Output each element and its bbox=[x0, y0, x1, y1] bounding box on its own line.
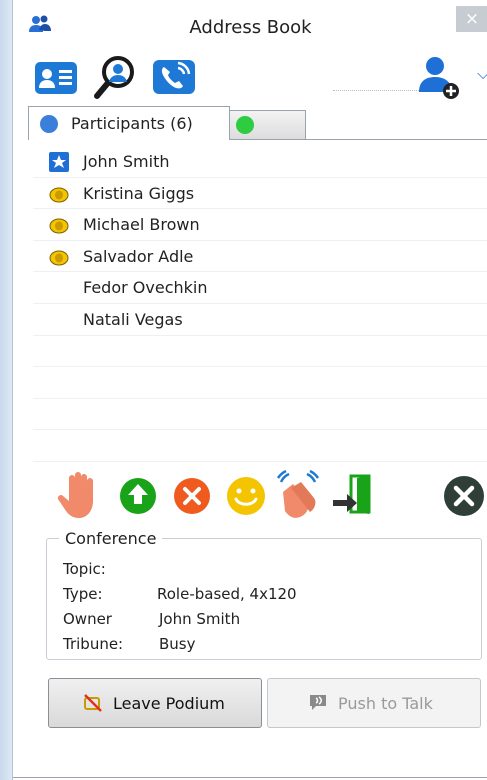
participant-name: Salvador Adle bbox=[83, 246, 194, 266]
title-bar: Address Book × bbox=[13, 0, 487, 54]
action-bar bbox=[43, 470, 484, 526]
push-to-talk-label: Push to Talk bbox=[338, 694, 433, 713]
conference-role-icon bbox=[49, 187, 69, 203]
type-label: Type: bbox=[63, 585, 103, 603]
tab-participants[interactable]: Participants (6) bbox=[28, 106, 230, 140]
contacts-card-icon[interactable] bbox=[33, 54, 79, 100]
conference-role-icon bbox=[49, 218, 69, 234]
tab-bar: Participants (6) bbox=[28, 106, 487, 140]
search-icon[interactable] bbox=[93, 54, 139, 100]
close-circle-icon[interactable] bbox=[439, 470, 487, 522]
empty-row bbox=[33, 399, 487, 431]
conference-role-icon bbox=[49, 250, 69, 266]
owner-label: Owner bbox=[63, 610, 112, 628]
empty-row bbox=[33, 336, 487, 368]
participant-name: Natali Vegas bbox=[83, 309, 183, 329]
chevron-down-icon[interactable]: ⌵ bbox=[477, 64, 487, 84]
participant-name: Michael Brown bbox=[83, 215, 200, 235]
star-icon bbox=[49, 152, 69, 172]
participant-list: John Smith Kristina Giggs Michael Brown … bbox=[33, 146, 487, 462]
upload-icon[interactable] bbox=[113, 470, 163, 522]
list-item[interactable]: Natali Vegas bbox=[33, 304, 487, 336]
exit-icon[interactable] bbox=[331, 470, 381, 522]
owner-value: John Smith bbox=[159, 610, 241, 628]
empty-row bbox=[33, 430, 487, 462]
smiley-icon[interactable] bbox=[221, 470, 271, 522]
list-item[interactable]: Fedor Ovechkin bbox=[33, 272, 487, 304]
list-item[interactable]: Salvador Adle bbox=[33, 241, 487, 273]
tab-participants-label: Participants (6) bbox=[71, 114, 193, 133]
window-title: Address Book bbox=[189, 17, 312, 38]
window-bottom-border bbox=[13, 777, 487, 778]
speech-icon bbox=[310, 695, 326, 710]
list-item[interactable]: John Smith bbox=[33, 146, 487, 178]
tab-online[interactable] bbox=[228, 110, 306, 140]
empty-row bbox=[33, 367, 487, 399]
tribune-value: Busy bbox=[159, 635, 196, 653]
conference-panel: Conference Topic: Type: Role-based, 4x12… bbox=[46, 529, 482, 660]
raise-hand-icon[interactable] bbox=[55, 470, 105, 522]
participant-name: Fedor Ovechkin bbox=[83, 278, 208, 298]
call-icon[interactable] bbox=[151, 54, 197, 100]
address-book-window: Address Book × ⌵ Participants (6) John S… bbox=[12, 0, 487, 780]
list-item[interactable]: Kristina Giggs bbox=[33, 178, 487, 210]
push-to-talk-button[interactable]: Push to Talk bbox=[267, 678, 481, 728]
type-value: Role-based, 4x120 bbox=[157, 585, 297, 603]
participant-name: Kristina Giggs bbox=[83, 183, 195, 203]
toolbar: ⌵ bbox=[13, 52, 487, 102]
add-user-icon[interactable] bbox=[415, 54, 461, 100]
topic-label: Topic: bbox=[63, 560, 106, 578]
podium-off-icon bbox=[84, 694, 102, 712]
conference-legend: Conference bbox=[59, 529, 163, 548]
status-dot-icon bbox=[236, 116, 254, 134]
leave-podium-button[interactable]: Leave Podium bbox=[48, 678, 262, 728]
list-item[interactable]: Michael Brown bbox=[33, 209, 487, 241]
applause-icon[interactable] bbox=[273, 470, 323, 522]
tribune-label: Tribune: bbox=[63, 635, 124, 653]
close-button[interactable]: × bbox=[456, 6, 487, 32]
status-dot-icon bbox=[40, 115, 58, 133]
reject-icon[interactable] bbox=[167, 470, 217, 522]
leave-podium-label: Leave Podium bbox=[113, 694, 225, 713]
participant-name: John Smith bbox=[83, 152, 170, 171]
